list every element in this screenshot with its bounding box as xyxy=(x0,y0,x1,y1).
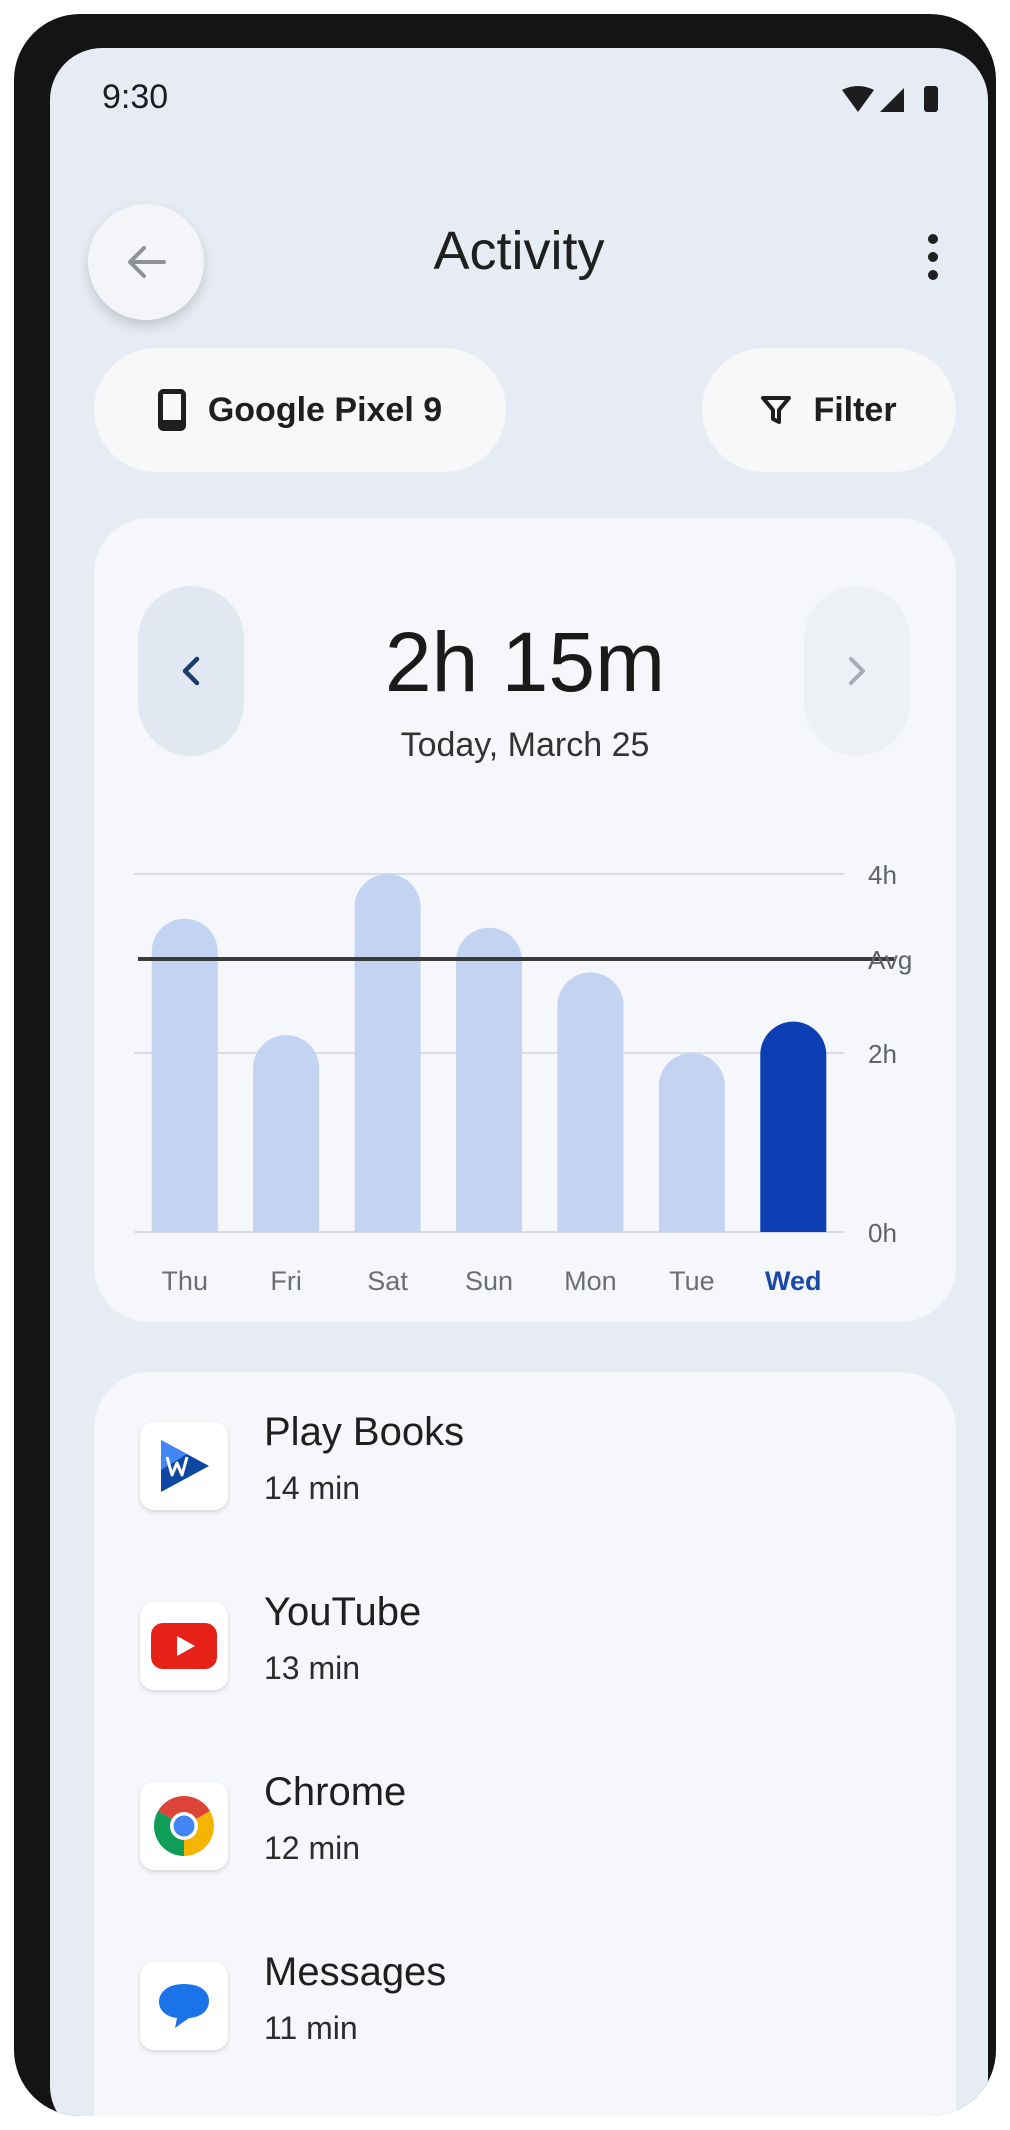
bar xyxy=(760,1021,827,1232)
app-name: Messages xyxy=(264,1950,447,1994)
app-name: Chrome xyxy=(264,1770,407,1814)
x-tick-label: Wed xyxy=(765,1266,822,1296)
chrome-icon xyxy=(140,1782,228,1870)
usage-chart-card: 2h 15m Today, March 25 4h 2h 0h Thu Fri Sat Su… xyxy=(94,518,956,1322)
page-title: Activity xyxy=(433,221,605,281)
device-chip-label: Google Pixel 9 xyxy=(207,390,443,429)
filter-chip[interactable]: Filter xyxy=(702,348,956,472)
x-tick-label: Sat xyxy=(367,1266,408,1296)
app-name: YouTube xyxy=(264,1590,422,1634)
list-item-play-books[interactable]: Play Books 14 min xyxy=(94,1390,956,1540)
x-tick-label: Sun xyxy=(465,1266,513,1296)
more-options-button[interactable] xyxy=(898,222,968,292)
battery-icon xyxy=(924,86,938,112)
bar xyxy=(354,874,421,1232)
device-selector-chip[interactable]: Google Pixel 9 xyxy=(94,348,506,472)
status-bar: 9:30 xyxy=(50,48,988,158)
y-tick-label: 2h xyxy=(868,1039,897,1069)
app-usage-time: 11 min xyxy=(264,2010,358,2046)
youtube-icon xyxy=(140,1602,228,1690)
app-name: Play Books xyxy=(264,1410,465,1454)
wifi-icon xyxy=(842,86,874,112)
bar xyxy=(151,918,218,1232)
bar xyxy=(658,1053,725,1232)
messages-icon xyxy=(140,1962,228,2050)
app-usage-time: 14 min xyxy=(264,1470,361,1506)
list-item-chrome[interactable]: Chrome 12 min xyxy=(94,1750,956,1900)
list-item-messages[interactable]: Messages 11 min xyxy=(94,1930,956,2080)
status-icons xyxy=(840,84,948,123)
x-tick-label: Fri xyxy=(270,1266,301,1296)
bar xyxy=(253,1035,320,1232)
usage-bar-chart: 4h 2h 0h Thu Fri Sat Sun Mon Tue Wed Avg xyxy=(134,860,912,1296)
phone-icon xyxy=(157,389,186,431)
app-usage-time: 12 min xyxy=(264,1830,361,1866)
signal-icon xyxy=(880,88,904,112)
x-tick-label: Mon xyxy=(564,1266,617,1296)
y-tick-label: 0h xyxy=(868,1218,897,1248)
y-tick-label: 4h xyxy=(868,860,897,890)
more-vert-icon xyxy=(928,234,938,280)
phone-frame: 9:30 Activity Google Pixel 9 Filter 2h 1… xyxy=(14,14,996,2116)
app-usage-list: Play Books 14 min YouTube 13 min Chrome … xyxy=(94,1372,956,2116)
filter-icon xyxy=(761,395,792,425)
app-bar: Activity xyxy=(50,158,988,320)
bar xyxy=(456,927,522,1232)
x-tick-label: Thu xyxy=(161,1266,208,1296)
status-time: 9:30 xyxy=(102,78,169,116)
filter-chip-label: Filter xyxy=(813,390,897,429)
screen: 9:30 Activity Google Pixel 9 Filter 2h 1… xyxy=(50,48,988,2116)
list-item-youtube[interactable]: YouTube 13 min xyxy=(94,1570,956,1720)
bar xyxy=(557,972,624,1232)
play-books-icon xyxy=(140,1422,228,1510)
x-tick-label: Tue xyxy=(669,1266,715,1296)
average-label: Avg xyxy=(868,945,912,975)
app-usage-time: 13 min xyxy=(264,1650,361,1686)
